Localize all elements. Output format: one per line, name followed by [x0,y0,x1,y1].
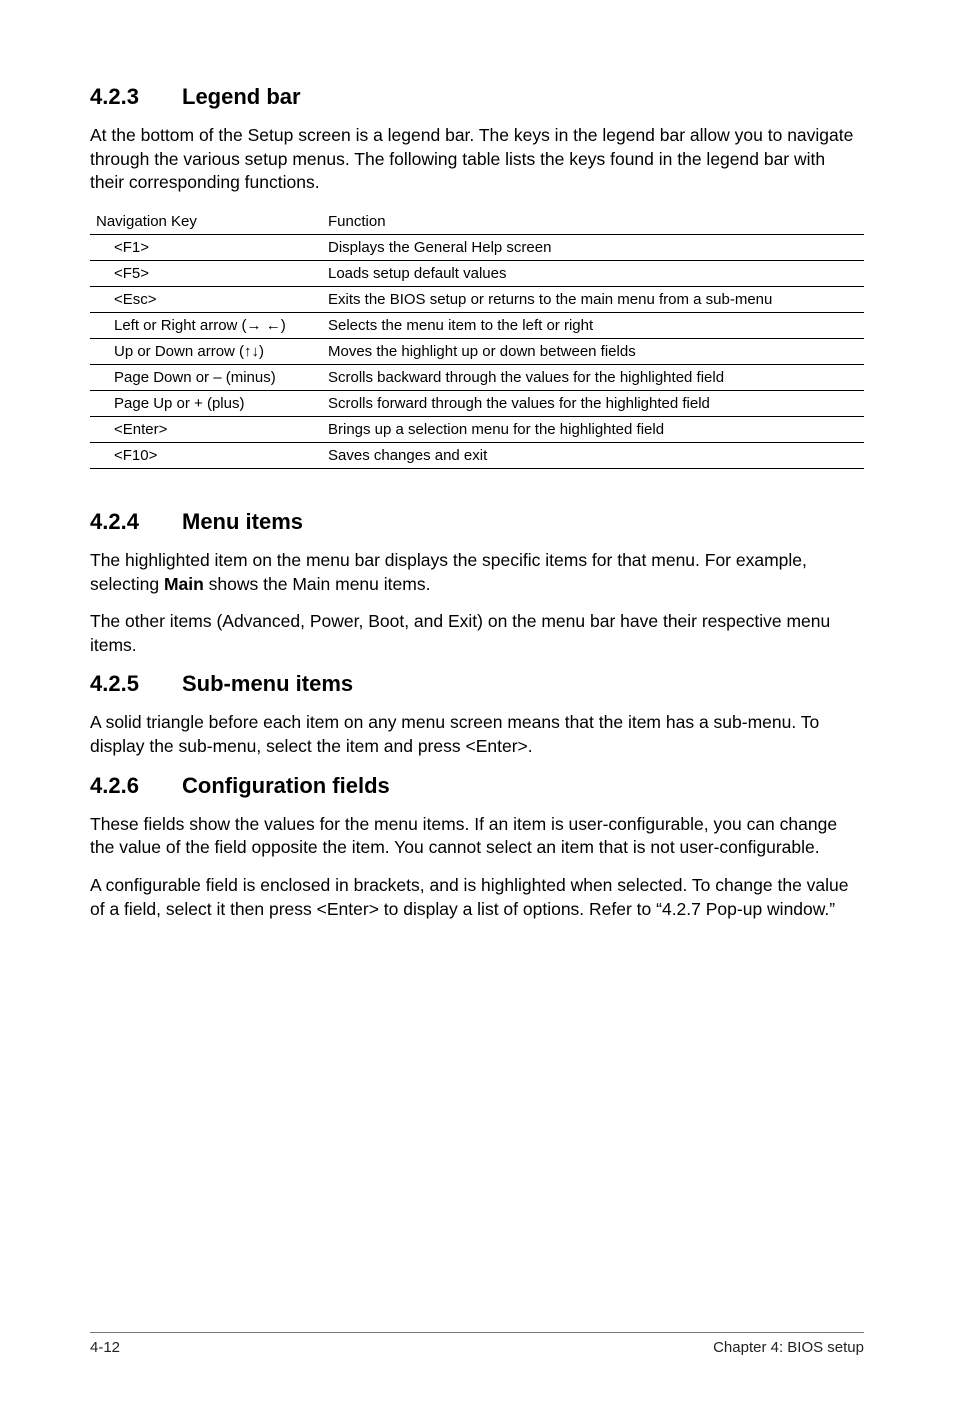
table-row: <F5>Loads setup default values [90,260,864,286]
text-bold-main: Main [164,574,204,594]
cell-func: Moves the highlight up or down between f… [322,338,864,364]
table-row: <F1>Displays the General Help screen [90,234,864,260]
heading-legend-bar: 4.2.3Legend bar [90,84,864,110]
cell-func: Saves changes and exit [322,442,864,468]
cell-func: Exits the BIOS setup or returns to the m… [322,286,864,312]
cell-key: Left or Right arrow (→ ←) [90,312,322,338]
cell-func: Scrolls backward through the values for … [322,364,864,390]
heading-submenu-items: 4.2.5Sub-menu items [90,671,864,697]
footer-chapter-title: Chapter 4: BIOS setup [713,1339,864,1356]
heading-number: 4.2.6 [90,773,182,799]
table-row: Left or Right arrow (→ ←)Selects the men… [90,312,864,338]
cell-key: <Enter> [90,416,322,442]
table-row: Page Up or + (plus)Scrolls forward throu… [90,390,864,416]
cell-func: Brings up a selection menu for the highl… [322,416,864,442]
text-segment: shows the Main menu items. [204,574,431,594]
cell-func: Loads setup default values [322,260,864,286]
col-header-key: Navigation Key [90,209,322,235]
cell-func: Selects the menu item to the left or rig… [322,312,864,338]
heading-config-fields: 4.2.6Configuration fields [90,773,864,799]
table-row: Page Down or – (minus)Scrolls backward t… [90,364,864,390]
table-row: <Enter>Brings up a selection menu for th… [90,416,864,442]
footer-page-number: 4-12 [90,1339,120,1356]
cell-func: Scrolls forward through the values for t… [322,390,864,416]
cell-key: Page Down or – (minus) [90,364,322,390]
table-row: Up or Down arrow (↑↓)Moves the highlight… [90,338,864,364]
page-footer: 4-12 Chapter 4: BIOS setup [90,1332,864,1356]
table-row: <F10>Saves changes and exit [90,442,864,468]
heading-number: 4.2.5 [90,671,182,697]
col-header-function: Function [322,209,864,235]
heading-title: Sub-menu items [182,671,353,696]
table-row: <Esc>Exits the BIOS setup or returns to … [90,286,864,312]
cell-key: <Esc> [90,286,322,312]
heading-number: 4.2.4 [90,509,182,535]
cell-key: Page Up or + (plus) [90,390,322,416]
cell-func: Displays the General Help screen [322,234,864,260]
legend-table: Navigation Key Function <F1>Displays the… [90,209,864,469]
para-config-fields-1: These fields show the values for the men… [90,813,864,860]
heading-title: Configuration fields [182,773,390,798]
para-config-fields-2: A configurable field is enclosed in brac… [90,874,864,921]
para-menu-items-1: The highlighted item on the menu bar dis… [90,549,864,596]
cell-key: Up or Down arrow (↑↓) [90,338,322,364]
cell-key: <F1> [90,234,322,260]
para-submenu-items: A solid triangle before each item on any… [90,711,864,758]
heading-title: Menu items [182,509,303,534]
para-legend-bar: At the bottom of the Setup screen is a l… [90,124,864,195]
table-header-row: Navigation Key Function [90,209,864,235]
heading-number: 4.2.3 [90,84,182,110]
cell-key: <F10> [90,442,322,468]
cell-key: <F5> [90,260,322,286]
heading-title: Legend bar [182,84,301,109]
para-menu-items-2: The other items (Advanced, Power, Boot, … [90,610,864,657]
heading-menu-items: 4.2.4Menu items [90,509,864,535]
